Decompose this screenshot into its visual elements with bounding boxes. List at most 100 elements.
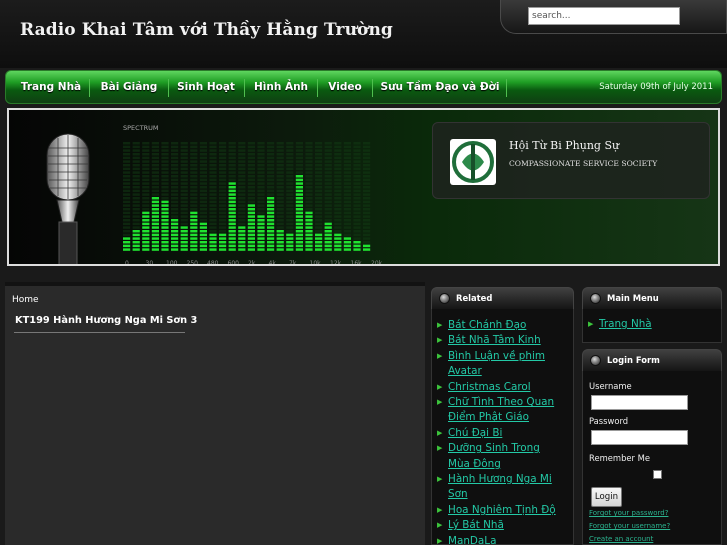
related-link-item[interactable]: ▶ Lý Bát Nhã — [432, 518, 573, 533]
login-body: Username Password Remember Me Login Forg… — [582, 371, 722, 545]
related-link-item[interactable]: ▶ Bát Chánh Đạo — [432, 318, 573, 333]
spectrum-bar-segment — [151, 171, 159, 174]
nav-item-suu-tam[interactable]: Sưu Tầm Đạo và Đời — [376, 71, 504, 105]
spectrum-bar-segment — [353, 171, 361, 174]
related-link-label[interactable]: Bát Nhã Tâm Kinh — [448, 334, 541, 346]
related-link-label[interactable]: Chú Đại Bi — [448, 427, 502, 439]
create-account-link[interactable]: Create an account — [589, 535, 653, 543]
spectrum-bar-segment — [315, 160, 323, 163]
search-input[interactable] — [528, 7, 680, 25]
spectrum-bar-segment — [151, 197, 159, 200]
spectrum-bar-segment — [334, 156, 342, 160]
related-link-item[interactable]: ▶ Bát Nhã Tâm Kinh — [432, 333, 573, 348]
spectrum-bar-segment — [142, 153, 150, 156]
related-link-label[interactable]: Mùa Đông — [448, 458, 501, 470]
related-link-label[interactable]: ManDaLa — [448, 535, 496, 545]
spectrum-bar-segment — [353, 142, 361, 145]
related-link-label[interactable]: Christmas Carol — [448, 381, 531, 393]
spectrum-bar-segment — [324, 211, 332, 215]
related-link-label[interactable]: Lý Bát Nhã — [448, 519, 504, 531]
spectrum-bar-segment — [295, 164, 303, 167]
spectrum-bar-segment — [171, 142, 179, 145]
related-link-label[interactable]: Hoa Nghiêm Tịnh Độ — [448, 504, 556, 516]
related-body: ▶ Bát Chánh Đạo ▶ Bát Nhã Tâm Kinh ▶ Bình Luậ… — [431, 309, 574, 545]
nav-item-sinh-hoat[interactable]: Sinh Hoạt — [172, 71, 240, 105]
related-link-label[interactable]: Bình Luận về phim — [448, 350, 545, 362]
spectrum-bar-segment — [123, 244, 131, 248]
spectrum-bar-segment — [171, 156, 179, 160]
related-link-item[interactable]: ▶ Hành Hương Nga Mi Sơn — [432, 472, 573, 503]
spectrum-bar-segment — [353, 156, 361, 160]
related-link-label[interactable]: Điểm Phật Giáo — [448, 411, 529, 423]
spectrum-bar-segment — [315, 211, 323, 215]
spectrum-bar-segment — [161, 171, 169, 174]
spectrum-bar-segment — [132, 182, 140, 185]
related-link-item[interactable]: ▶ Bình Luận về phim Avatar — [432, 349, 573, 380]
spectrum-bar-segment — [257, 178, 265, 182]
spectrum-bar-segment — [219, 186, 227, 189]
spectrum-bar-segment — [295, 197, 303, 200]
spectrum-bar-segment — [238, 248, 246, 251]
frequency-label: 0 — [125, 260, 129, 266]
password-field[interactable] — [591, 430, 688, 445]
nav-item-video[interactable]: Video — [320, 71, 370, 105]
spectrum-bar-segment — [151, 200, 159, 204]
spectrum-bar-segment — [190, 237, 198, 240]
nav-item-trang-nha[interactable]: Trang Nhà — [16, 71, 86, 105]
login-button[interactable]: Login — [591, 487, 622, 507]
spectrum-bar-segment — [151, 230, 159, 233]
related-link-item[interactable]: ▶ Hoa Nghiêm Tịnh Độ — [432, 503, 573, 518]
spectrum-bar-segment — [180, 189, 188, 193]
spectrum-bar-segment — [209, 153, 217, 156]
related-link-item[interactable]: ▶ Christmas Carol — [432, 380, 573, 395]
login-module: Login Form Username Password Remember Me… — [582, 349, 722, 545]
spectrum-bar-segment — [247, 182, 255, 185]
nav-item-bai-giang[interactable]: Bài Giảng — [93, 71, 165, 105]
spectrum-bar-segment — [219, 204, 227, 207]
spectrum-bar-segment — [276, 211, 284, 215]
spectrum-bar-segment — [305, 222, 313, 226]
spectrum-bar-segment — [257, 244, 265, 248]
related-link-label[interactable]: Hành Hương Nga Mi — [448, 473, 552, 485]
related-link-label[interactable]: Sơn — [448, 488, 468, 500]
spectrum-bar-segment — [132, 186, 140, 189]
spectrum-bar-segment — [353, 211, 361, 215]
related-link-label[interactable]: Bát Chánh Đạo — [448, 319, 526, 331]
related-link-label[interactable]: Dưỡng Sinh Trong — [448, 442, 540, 454]
related-link-item[interactable]: ▶ ManDaLa — [432, 534, 573, 545]
forgot-password-link[interactable]: Forgot your password? — [589, 509, 668, 517]
spectrum-bar-segment — [315, 182, 323, 185]
spectrum-bar-segment — [363, 200, 371, 204]
spectrum-bar-segment — [324, 219, 332, 222]
spectrum-bar-segment — [209, 248, 217, 251]
spectrum-bar-segment — [286, 200, 294, 204]
main-menu-item-trang-nha[interactable]: ▶ Trang Nhà — [583, 317, 721, 332]
spectrum-bar-segment — [161, 149, 169, 152]
spectrum-bar-segment — [238, 237, 246, 240]
remember-me-checkbox[interactable] — [653, 470, 662, 479]
spectrum-bar-segment — [315, 222, 323, 226]
spectrum-bar-segment — [123, 230, 131, 233]
nav-item-hinh-anh[interactable]: Hình Ảnh — [248, 71, 314, 105]
site-title[interactable]: Radio Khai Tâm với Thầy Hằng Trường — [20, 20, 393, 40]
spectrum-bar-segment — [190, 200, 198, 204]
related-link-label[interactable]: Chữ Tình Theo Quan — [448, 396, 554, 408]
related-link-item[interactable]: ▶ Dưỡng Sinh Trong Mùa Đông — [432, 441, 573, 472]
spectrum-bar-segment — [276, 241, 284, 244]
spectrum-bar-segment — [123, 204, 131, 207]
username-field[interactable] — [591, 395, 688, 410]
spectrum-bar-segment — [343, 197, 351, 200]
spectrum-bar-segment — [276, 248, 284, 251]
spectrum-bar-segment — [199, 142, 207, 145]
spectrum-bar-segment — [334, 248, 342, 251]
main-menu-item-label[interactable]: Trang Nhà — [599, 318, 652, 330]
forgot-username-link[interactable]: Forgot your username? — [589, 522, 670, 530]
spectrum-bar-segment — [151, 233, 159, 237]
related-link-label[interactable]: Avatar — [448, 365, 482, 377]
spectrum-bar-segment — [286, 222, 294, 226]
related-link-item[interactable]: ▶ Chữ Tình Theo Quan Điểm Phật Giáo — [432, 395, 573, 426]
nav-separator — [244, 79, 245, 97]
breadcrumb[interactable]: Home — [12, 295, 39, 305]
spectrum-bar-segment — [219, 197, 227, 200]
related-link-item[interactable]: ▶ Chú Đại Bi — [432, 426, 573, 441]
